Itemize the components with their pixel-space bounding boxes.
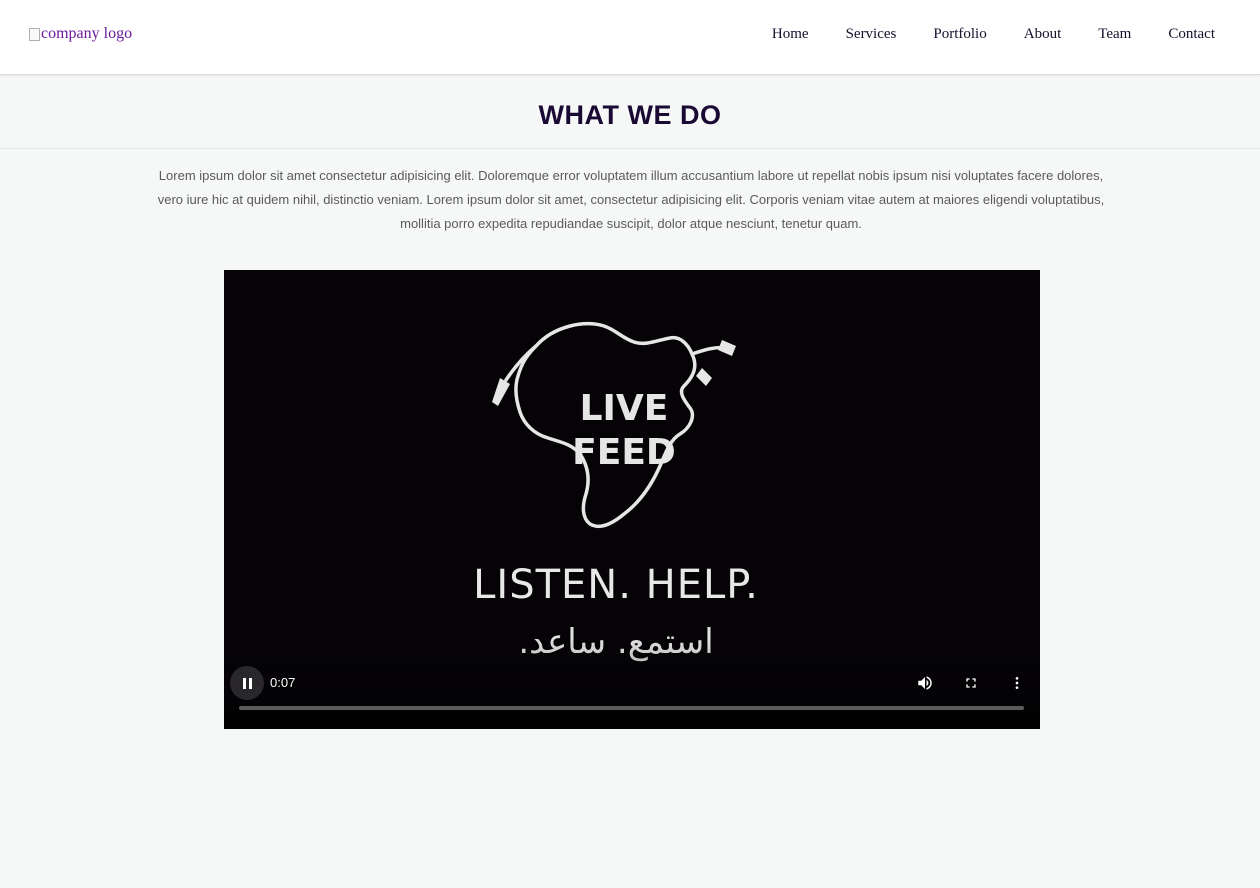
section-title: WHAT WE DO xyxy=(538,100,722,130)
section-intro: Lorem ipsum dolor sit amet consectetur a… xyxy=(157,168,1105,231)
fullscreen-icon xyxy=(966,678,976,688)
more-options-icon xyxy=(1015,677,1019,689)
logo-word-feed: FEED xyxy=(572,432,676,473)
nav-home[interactable]: Home xyxy=(772,26,809,43)
video-progress-bar[interactable] xyxy=(239,706,1024,710)
pause-icon xyxy=(242,677,246,689)
nav-services[interactable]: Services xyxy=(846,26,897,43)
pause-button[interactable] xyxy=(230,666,264,700)
current-time: 0:07 xyxy=(270,675,296,690)
more-options-button[interactable] xyxy=(1004,670,1030,696)
logo-alt-text: company logo xyxy=(41,25,133,42)
volume-button[interactable] xyxy=(912,670,938,696)
video-player[interactable]: LIVE FEED LISTEN. HELP. استمع. ساعد. 0:0… xyxy=(224,270,1040,729)
nav-about[interactable]: About xyxy=(1024,26,1062,43)
logo-word-live: LIVE xyxy=(580,388,669,429)
video-tagline: LISTEN. HELP. xyxy=(473,562,759,608)
company-logo[interactable]: company logo xyxy=(29,25,132,43)
nav-portfolio[interactable]: Portfolio xyxy=(933,26,986,43)
main-nav: Home Services Portfolio About Team Conta… xyxy=(735,26,1215,43)
fullscreen-button[interactable] xyxy=(958,670,984,696)
nav-contact[interactable]: Contact xyxy=(1168,26,1215,43)
section-header: WHAT WE DO xyxy=(0,75,1260,149)
broken-image-icon xyxy=(29,27,40,41)
nav-team[interactable]: Team xyxy=(1098,26,1131,43)
live-feed-logo: LIVE FEED xyxy=(492,322,736,529)
navbar: company logo Home Services Portfolio Abo… xyxy=(0,0,1260,75)
volume-icon xyxy=(918,676,932,690)
